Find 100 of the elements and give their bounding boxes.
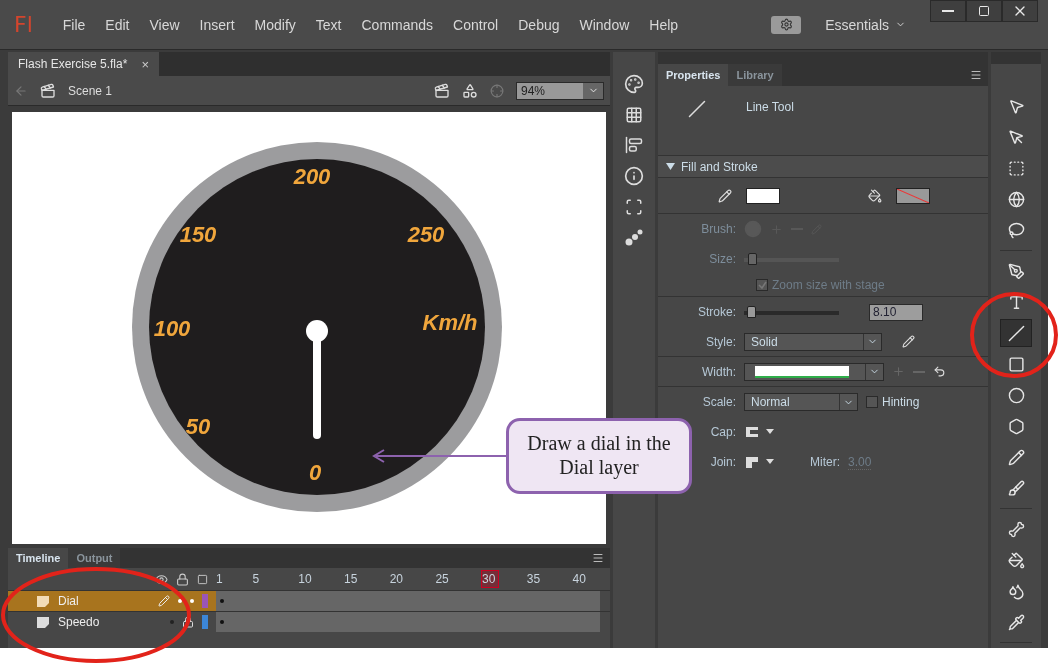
edit-style-icon[interactable] <box>902 335 915 348</box>
dots-icon[interactable] <box>625 228 643 246</box>
callout-text: Draw a dial in the Dial layer <box>506 418 692 494</box>
stroke-color-swatch[interactable] <box>746 187 780 204</box>
menu-item[interactable]: Edit <box>95 16 140 33</box>
hexagon-icon <box>1007 417 1025 435</box>
panel-tab[interactable]: Timeline <box>8 548 69 568</box>
square-icon <box>1007 355 1025 373</box>
line-tool-icon <box>688 100 706 118</box>
menu-item[interactable]: View <box>139 16 190 33</box>
zoom-dropdown[interactable]: 94% <box>516 81 604 100</box>
section-header[interactable]: Fill and Stroke <box>658 156 988 178</box>
menu-item[interactable]: Modify <box>244 16 306 33</box>
pointer-icon <box>1007 128 1025 146</box>
minimize-button[interactable] <box>930 0 966 22</box>
scene-label: Scene 1 <box>68 83 113 98</box>
text-icon <box>1007 293 1025 311</box>
pencil-icon <box>1007 448 1025 466</box>
layer-name: Dial <box>58 594 80 608</box>
gear-icon <box>779 18 793 31</box>
circle-icon <box>1007 386 1025 404</box>
stroke-field[interactable]: 8.10 <box>869 303 923 321</box>
frame-number: 40 <box>572 571 587 587</box>
fill-color-swatch[interactable] <box>896 187 930 204</box>
outline-icon[interactable] <box>197 573 208 585</box>
panel-tab[interactable]: Output <box>68 548 121 568</box>
grid-icon[interactable] <box>625 106 643 124</box>
line-icon <box>1007 324 1025 342</box>
lock-icon[interactable] <box>182 616 194 628</box>
minus-icon <box>942 10 954 12</box>
size-label: Size: <box>708 252 736 266</box>
visibility-dot[interactable] <box>170 620 174 624</box>
panel-tab[interactable]: Properties <box>658 64 729 86</box>
hinting-checkbox[interactable]: Hinting <box>866 395 920 409</box>
close-button[interactable] <box>1002 0 1038 22</box>
paint-bucket-icon <box>868 188 882 203</box>
brush-label: Brush: <box>700 222 736 236</box>
panel-menu-icon[interactable] <box>592 552 604 564</box>
dial-label: 250 <box>407 222 445 247</box>
layer-color-swatch[interactable] <box>202 615 208 629</box>
frame-number: 35 <box>526 571 542 587</box>
square-icon <box>978 5 990 17</box>
menu-item[interactable]: Insert <box>189 16 245 33</box>
bone-icon <box>1007 520 1025 538</box>
document-tab[interactable]: Flash Exercise 5.fla* × <box>8 52 159 76</box>
palette-icon[interactable] <box>624 74 644 94</box>
info-icon[interactable] <box>624 166 644 186</box>
scale-label: Scale: <box>701 395 736 409</box>
frame-number: 5 <box>252 571 261 587</box>
close-tab-button[interactable]: × <box>141 56 149 72</box>
panel-tab[interactable]: Library <box>728 64 782 86</box>
checkmark-icon <box>757 281 767 289</box>
lock-icon[interactable] <box>176 572 189 586</box>
width-dropdown[interactable] <box>744 362 884 381</box>
pointer-icon <box>1007 97 1025 115</box>
panel-menu-icon[interactable] <box>970 69 982 81</box>
line-tool-button[interactable] <box>1000 319 1032 347</box>
maximize-button[interactable] <box>966 0 1002 22</box>
menu-item[interactable]: Text <box>305 16 352 33</box>
layer-color-swatch[interactable] <box>202 594 208 608</box>
align-icon[interactable] <box>625 136 643 154</box>
layer-icon <box>36 595 50 607</box>
dial-label: 150 <box>179 222 217 247</box>
frame-number: 30 <box>481 570 500 588</box>
stroke-slider-thumb[interactable] <box>746 306 756 318</box>
droplets-icon <box>1007 582 1025 600</box>
paint-bucket-icon <box>1007 551 1025 569</box>
menu-item[interactable]: Window <box>569 16 640 33</box>
layer-row[interactable]: Dial <box>8 591 216 611</box>
layer-icon <box>36 616 50 628</box>
frame-number: 25 <box>435 571 450 587</box>
edit-scene-icon[interactable] <box>434 82 450 99</box>
dial-label: 200 <box>293 164 331 189</box>
width-label: Width: <box>701 364 736 379</box>
lock-dot[interactable] <box>190 599 194 603</box>
caret-icon <box>666 163 675 170</box>
frame-number: 15 <box>343 571 359 587</box>
dashed-square-icon <box>1007 159 1025 177</box>
menu-item[interactable]: File <box>52 16 96 33</box>
reset-icon[interactable] <box>933 365 946 378</box>
pencil-icon <box>718 188 732 203</box>
frame-number: 20 <box>389 571 405 587</box>
transform-icon[interactable] <box>625 198 643 216</box>
scale-dropdown[interactable]: Normal <box>744 393 858 411</box>
cap-label: Cap: <box>709 425 736 439</box>
frame-number: 1 <box>216 571 224 587</box>
eyedropper-icon <box>1007 613 1025 631</box>
menu-item[interactable]: Commands <box>351 16 444 33</box>
globe-icon <box>1007 190 1025 208</box>
visibility-dot[interactable] <box>178 599 182 603</box>
sync-settings-button[interactable] <box>771 15 802 34</box>
menu-item[interactable]: Control <box>443 16 509 33</box>
workspace-dropdown[interactable]: Essentials <box>825 16 906 33</box>
stroke-label: Stroke: <box>697 305 736 319</box>
style-dropdown[interactable]: Solid <box>744 332 882 351</box>
plus-icon <box>892 365 905 378</box>
menu-item[interactable]: Debug <box>508 16 570 33</box>
edit-symbols-icon[interactable] <box>462 82 478 99</box>
menu-item[interactable]: Help <box>639 16 689 33</box>
dial-label: 0 <box>308 460 322 485</box>
